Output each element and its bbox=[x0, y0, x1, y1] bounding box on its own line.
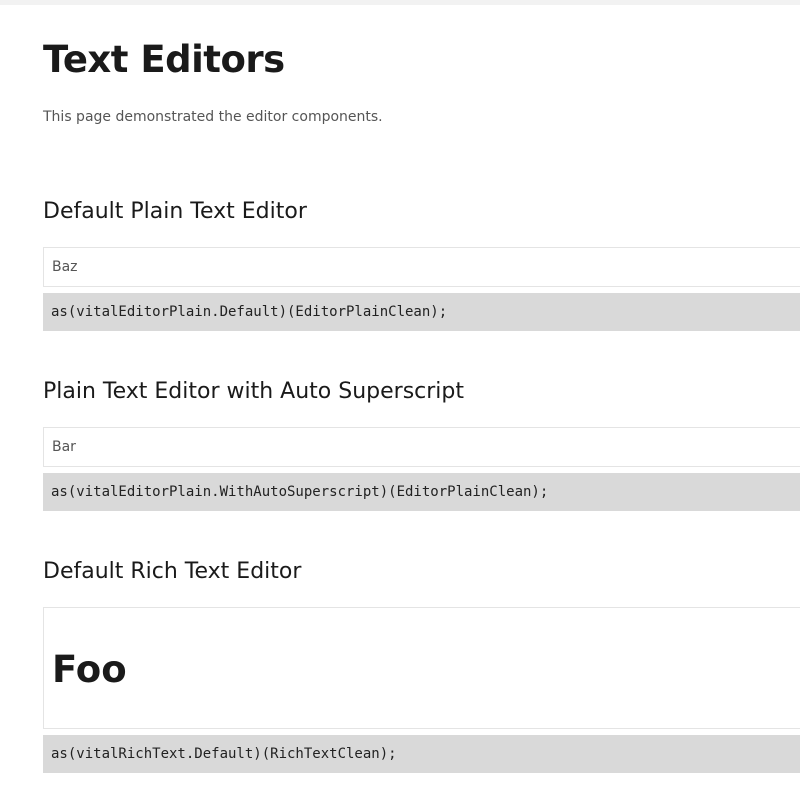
section-heading-default-plain: Default Plain Text Editor bbox=[43, 199, 307, 224]
section-heading-auto-superscript: Plain Text Editor with Auto Superscript bbox=[43, 379, 464, 404]
plain-text-editor-auto-superscript[interactable]: Bar bbox=[43, 427, 800, 467]
code-example-auto-superscript: as(vitalEditorPlain.WithAutoSuperscript)… bbox=[43, 473, 800, 511]
top-bar bbox=[0, 0, 800, 5]
plain-text-editor-default[interactable]: Baz bbox=[43, 247, 800, 287]
code-example-default-rich: as(vitalRichText.Default)(RichTextClean)… bbox=[43, 735, 800, 773]
page-title: Text Editors bbox=[43, 38, 285, 81]
code-example-default-plain: as(vitalEditorPlain.Default)(EditorPlain… bbox=[43, 293, 800, 331]
page-subtitle: This page demonstrated the editor compon… bbox=[43, 109, 383, 125]
section-heading-default-rich: Default Rich Text Editor bbox=[43, 559, 302, 584]
rich-text-editor-default[interactable]: Foo bbox=[43, 607, 800, 729]
rich-text-heading[interactable]: Foo bbox=[52, 648, 127, 691]
